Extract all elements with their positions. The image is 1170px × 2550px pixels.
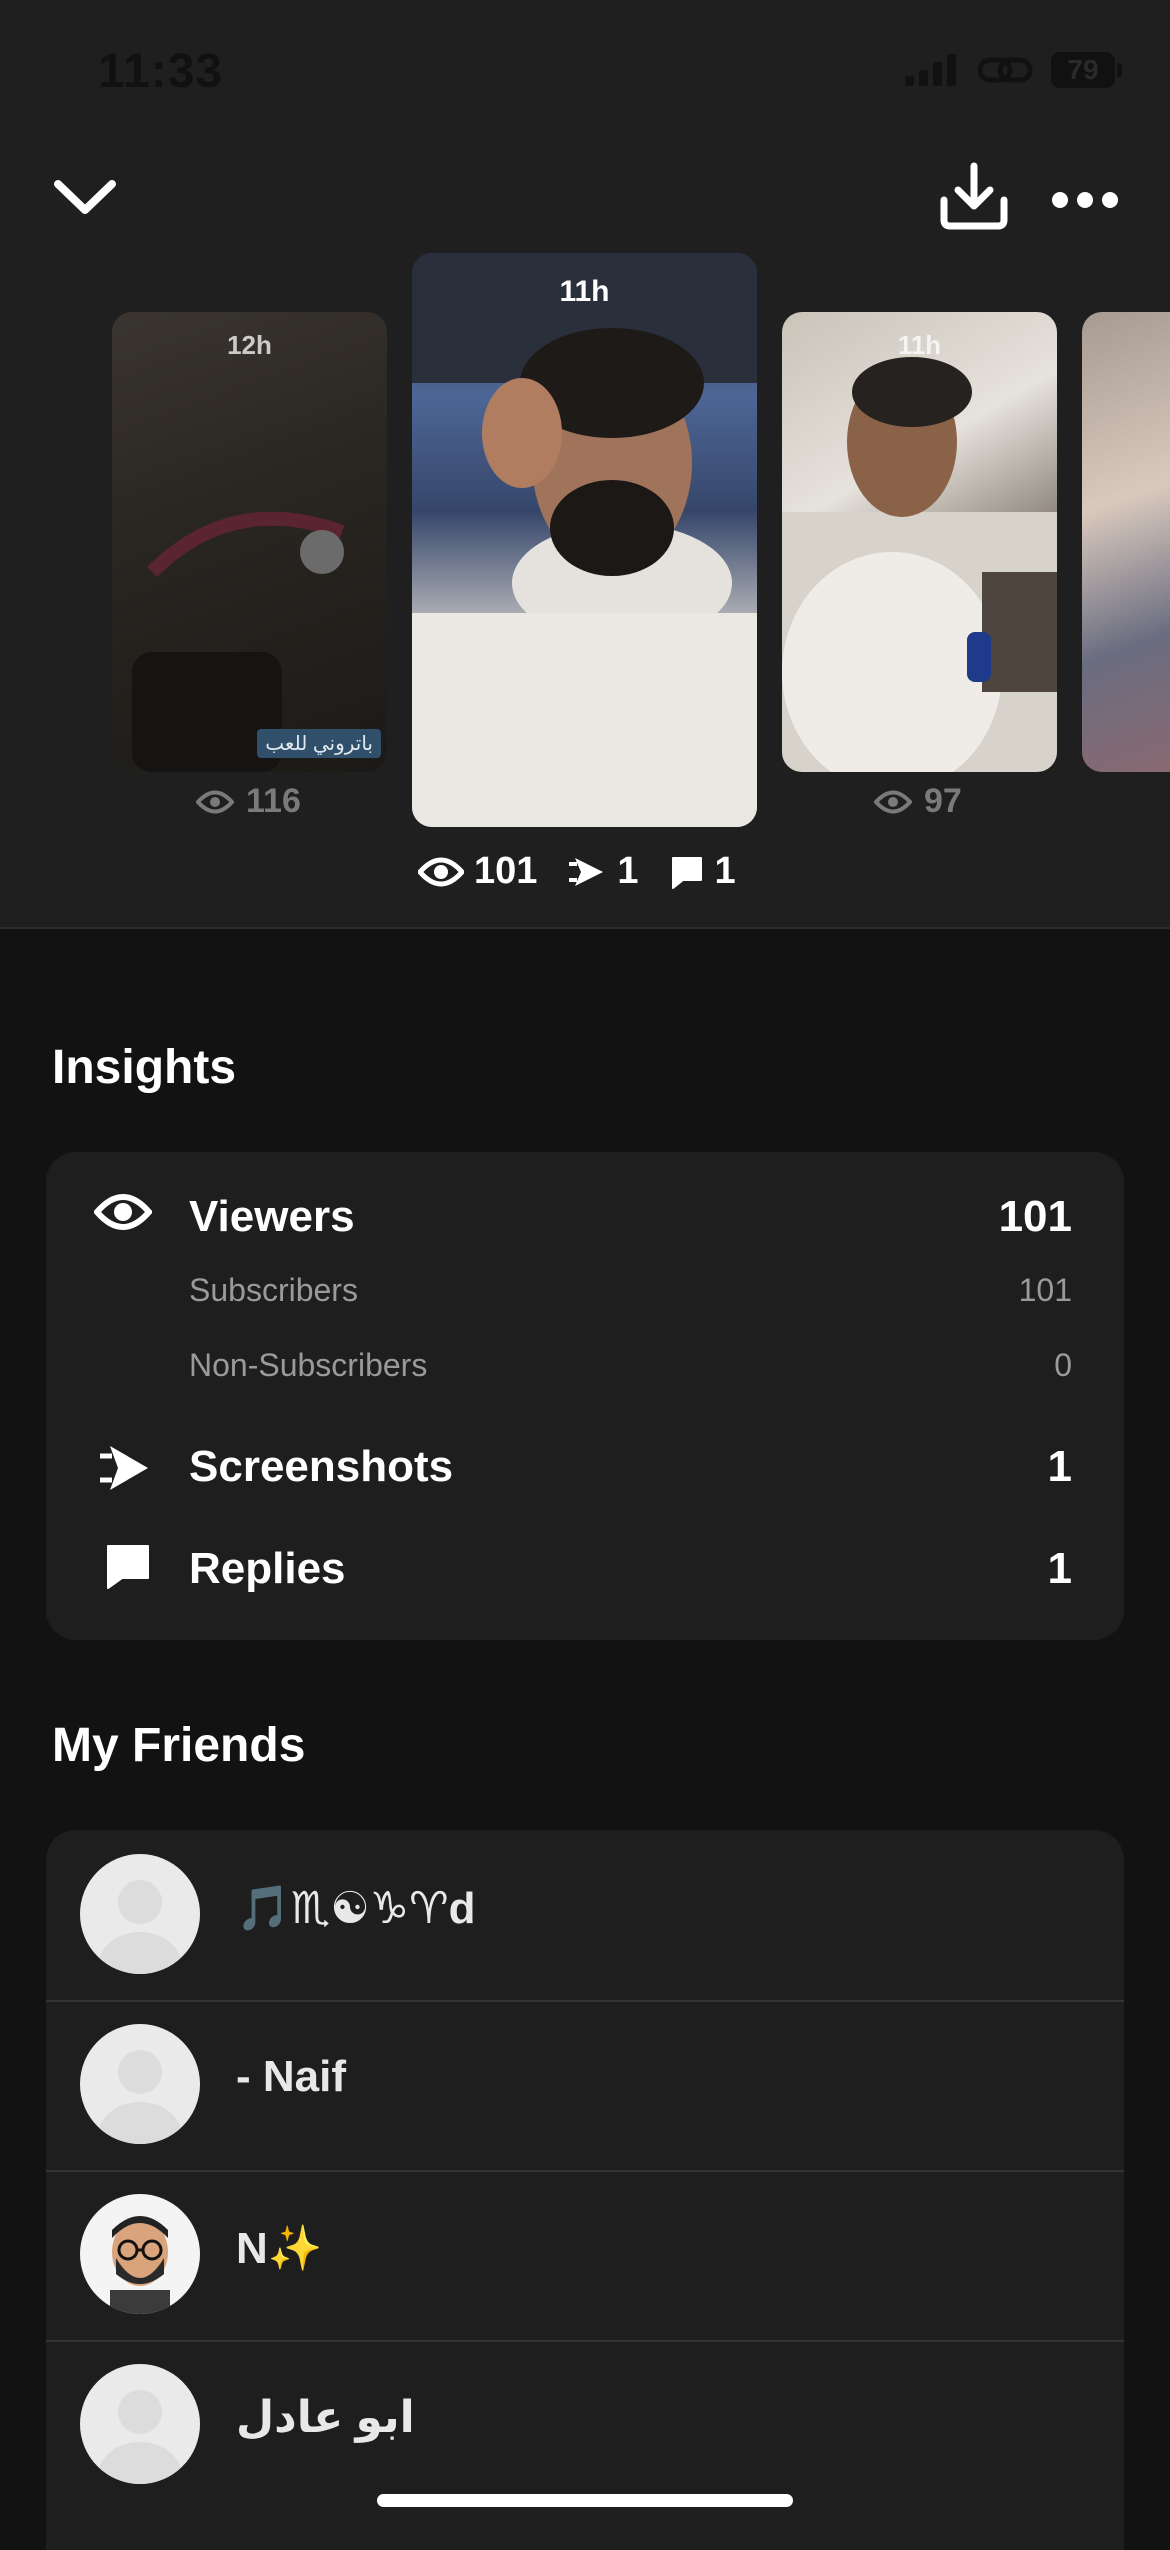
story-thumbnail-selected[interactable]: 11h [412, 253, 757, 827]
non-subscribers-label: Non-Subscribers [189, 1347, 428, 1383]
battery-tip [1117, 63, 1122, 77]
story-thumbnail[interactable] [1082, 312, 1170, 772]
subscribers-label: Subscribers [189, 1272, 358, 1308]
thumbnail-image [412, 253, 757, 827]
eye-icon [196, 790, 234, 813]
friend-row[interactable]: N✨ [46, 2170, 1124, 2342]
default-avatar-icon [98, 2390, 182, 2484]
default-avatar-icon [98, 2050, 182, 2144]
screenshots-value: 1 [1047, 1442, 1072, 1491]
selected-snap-stats: 101 1 1 [418, 850, 736, 893]
screenshot-icon [569, 857, 604, 886]
bitmoji-avatar [80, 2194, 200, 2314]
bitmoji-face-icon [110, 2216, 170, 2314]
screenshots-stat: 1 [567, 850, 639, 893]
views-stat: 101 [418, 850, 537, 893]
default-avatar-icon [98, 1880, 182, 1974]
subscribers-value: 101 [1018, 1272, 1072, 1308]
status-icons: 79 [903, 52, 1122, 88]
insights-card: Viewers 101 Subscribers 101 Non-Subscrib… [46, 1152, 1124, 1640]
battery-icon: 79 [1051, 52, 1115, 88]
replies-value: 1 [714, 850, 736, 892]
thumbnail-view-count: 97 [874, 782, 962, 821]
viewers-value: 101 [998, 1192, 1072, 1241]
friend-row[interactable]: 🎵♏☯♑♈d [46, 1830, 1124, 2002]
friend-name: ابو عادل [236, 2393, 415, 2442]
view-count-value: 116 [246, 782, 301, 820]
avatar [80, 1854, 200, 1974]
eye-icon [874, 790, 912, 813]
screenshots-label: Screenshots [189, 1442, 454, 1491]
replies-stat: 1 [669, 850, 736, 893]
chat-bubble-icon [107, 1545, 149, 1589]
avatar [80, 2364, 200, 2484]
status-time: 11:33 [98, 45, 224, 98]
story-thumbnail[interactable]: 11h [782, 312, 1057, 772]
download-icon[interactable] [938, 160, 1010, 232]
my-friends-title: My Friends [52, 1719, 306, 1772]
chevron-down-icon[interactable] [50, 172, 120, 222]
friend-name: 🎵♏☯♑♈d [236, 1884, 476, 1933]
screenshot-icon [100, 1446, 148, 1490]
cellular-signal-icon [905, 54, 956, 86]
views-value: 101 [474, 850, 538, 892]
eye-icon [94, 1194, 152, 1230]
link-icon [977, 57, 1033, 83]
home-indicator[interactable] [377, 2494, 793, 2507]
thumbnail-image [782, 357, 1057, 772]
replies-label: Replies [189, 1544, 346, 1593]
non-subscribers-value: 0 [1054, 1347, 1072, 1383]
friend-row[interactable]: ابو عادل [46, 2340, 1124, 2510]
thumbnail-image [132, 511, 345, 772]
thumbnail-time: 11h [897, 330, 942, 360]
chat-bubble-icon [671, 856, 702, 889]
viewers-label: Viewers [189, 1192, 355, 1241]
friends-list: 🎵♏☯♑♈d - Naif N✨ ابو عادل [46, 1830, 1124, 2550]
eye-icon [418, 857, 464, 886]
thumbnail-caption: باتروني للعب [257, 729, 381, 758]
friend-name: - Naif [236, 2052, 346, 2101]
story-thumbnail[interactable]: 12h باتروني للعب [112, 312, 387, 772]
avatar [80, 2024, 200, 2144]
more-options-icon[interactable] [1050, 180, 1120, 220]
friend-name: N✨ [236, 2224, 323, 2273]
thumbnail-time: 11h [559, 275, 610, 308]
replies-value: 1 [1047, 1544, 1072, 1593]
view-count-value: 97 [924, 782, 962, 820]
friend-row[interactable]: - Naif [46, 2000, 1124, 2172]
screenshots-value: 1 [617, 850, 639, 892]
story-header-panel: 11:33 79 12h باتروني للعب 11h 11h 116 97… [0, 0, 1170, 929]
thumbnail-view-count: 116 [196, 782, 301, 821]
insights-title: Insights [52, 1041, 237, 1094]
